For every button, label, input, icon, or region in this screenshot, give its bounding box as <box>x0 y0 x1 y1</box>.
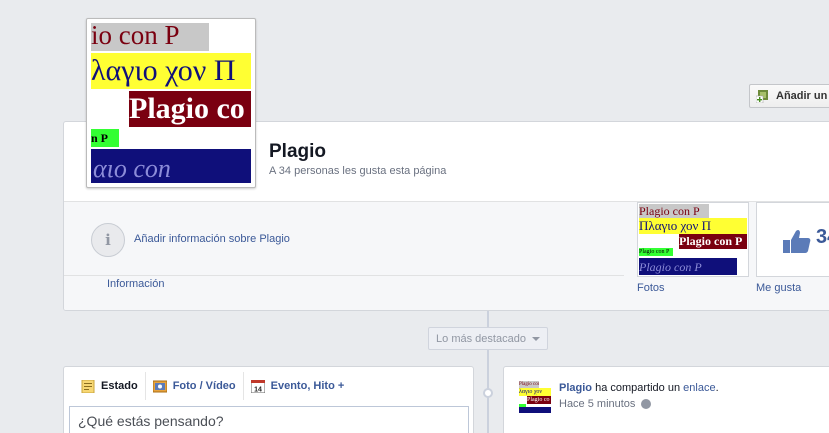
status-icon <box>81 379 95 393</box>
add-info-link[interactable]: Añadir información sobre Plagio <box>134 233 290 245</box>
post-period: . <box>715 382 719 394</box>
pic-band-yellow: λαγιο χον Π <box>91 53 251 89</box>
status-input[interactable]: ¿Qué estás pensando? <box>69 406 469 433</box>
photos-thumbnail-image: Plagio con P Πλαγιο χον Π Plagio con P P… <box>639 204 747 275</box>
tab-event-milestone[interactable]: 14 Evento, Hito + <box>244 372 352 400</box>
avatar-band-navy <box>519 407 551 413</box>
post-author-link[interactable]: Plagio <box>559 382 592 394</box>
tab-event-milestone-label: Evento, Hito + <box>270 380 345 392</box>
info-icon[interactable]: i <box>91 223 125 257</box>
post-timestamp[interactable]: Hace 5 minutos <box>559 398 635 410</box>
post-action-text: ha compartido un <box>592 382 684 394</box>
profile-picture[interactable]: io con P λαγιο χον Π Plagio co n P αιο c… <box>86 18 256 188</box>
timeline-post: Plagio con P λαγιο χον Plagio co Plagio … <box>503 366 829 433</box>
thumbs-up-icon <box>782 228 812 257</box>
pic-band-gray: io con P <box>91 23 209 51</box>
likes-box[interactable]: 34 <box>756 202 829 277</box>
thumb-band-gray: Plagio con P <box>639 204 709 219</box>
add-friend-icon <box>755 89 770 104</box>
add-button[interactable]: Añadir un <box>749 84 829 108</box>
globe-icon[interactable] <box>641 399 652 409</box>
pic-band-maroon: Plagio co <box>129 91 251 127</box>
avatar-band-gray: Plagio con P <box>519 381 539 388</box>
avatar-band-yellow: λαγιο χον <box>519 388 551 396</box>
likes-label[interactable]: Me gusta <box>756 282 801 294</box>
highlights-dropdown[interactable]: Lo más destacado <box>428 327 548 350</box>
calendar-icon: 14 <box>250 379 266 393</box>
likes-count: 34 <box>816 226 829 248</box>
avatar-band-maroon: Plagio co <box>527 396 551 404</box>
post-meta: Hace 5 minutos <box>559 398 652 410</box>
tab-photo-video-label: Foto / Vídeo <box>172 380 236 392</box>
thumb-band-maroon: Plagio con P <box>679 234 747 249</box>
thumb-band-navy: Plagio con P <box>639 258 737 275</box>
info-tab-label[interactable]: Información <box>107 278 164 290</box>
calendar-day: 14 <box>254 386 262 393</box>
pic-band-navy: αιο con <box>91 149 251 183</box>
timeline-dot <box>483 388 493 398</box>
highlights-label: Lo más destacado <box>436 332 526 345</box>
thumb-band-yellow: Πλαγιο χον Π <box>639 218 747 234</box>
tab-status[interactable]: Estado <box>74 372 146 400</box>
tab-status-label: Estado <box>101 380 138 392</box>
header-info-strip: i Añadir información sobre Plagio Inform… <box>64 201 829 310</box>
post-avatar[interactable]: Plagio con P λαγιο χον Plagio co <box>519 381 551 413</box>
chevron-down-icon <box>531 336 540 341</box>
divider <box>64 275 624 276</box>
pic-band-green: n P <box>91 129 119 147</box>
photo-icon <box>152 380 168 393</box>
photos-thumbnail[interactable]: Plagio con P Πλαγιο χον Π Plagio con P P… <box>637 202 749 277</box>
post-link[interactable]: enlace <box>683 382 715 394</box>
likes-summary: A 34 personas les gusta esta página <box>269 165 447 177</box>
profile-picture-image: io con P λαγιο χον Π Plagio co n P αιο c… <box>91 23 251 183</box>
thumb-band-green: Plagio con P <box>639 248 673 256</box>
add-button-label: Añadir un <box>776 90 828 102</box>
tab-photo-video[interactable]: Foto / Vídeo <box>146 372 244 400</box>
photos-label[interactable]: Fotos <box>637 282 665 294</box>
composer-tabs: Estado Foto / Vídeo 14 Evento, Hito + <box>64 367 473 405</box>
post-header: Plagio ha compartido un enlace. <box>559 382 719 394</box>
page-title[interactable]: Plagio <box>269 141 326 163</box>
status-composer: Estado Foto / Vídeo 14 Evento, Hito + ¿Q… <box>63 366 474 433</box>
